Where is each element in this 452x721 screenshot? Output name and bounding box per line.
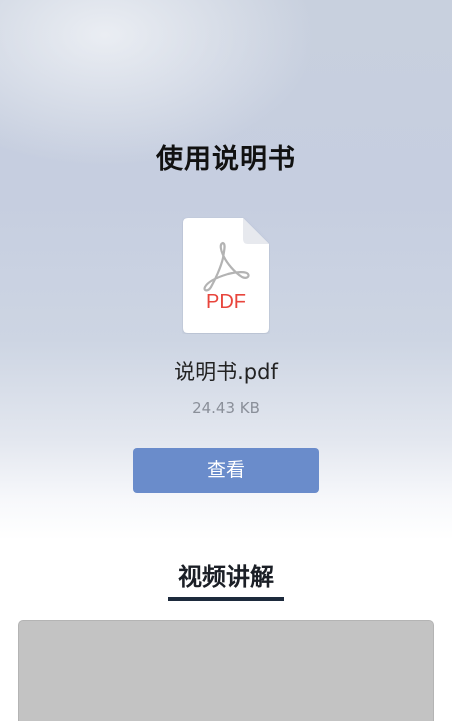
view-button[interactable]: 查看 [133,448,319,493]
pdf-label: PDF [206,291,246,313]
file-name: 说明书.pdf [174,360,278,384]
section-title: 视频讲解 [178,563,274,591]
file-size: 24.43 KB [192,399,260,417]
pdf-file-icon[interactable]: PDF [182,217,270,334]
page-title: 使用说明书 [156,144,296,175]
section-underline [168,597,284,601]
video-player[interactable] [19,621,433,721]
